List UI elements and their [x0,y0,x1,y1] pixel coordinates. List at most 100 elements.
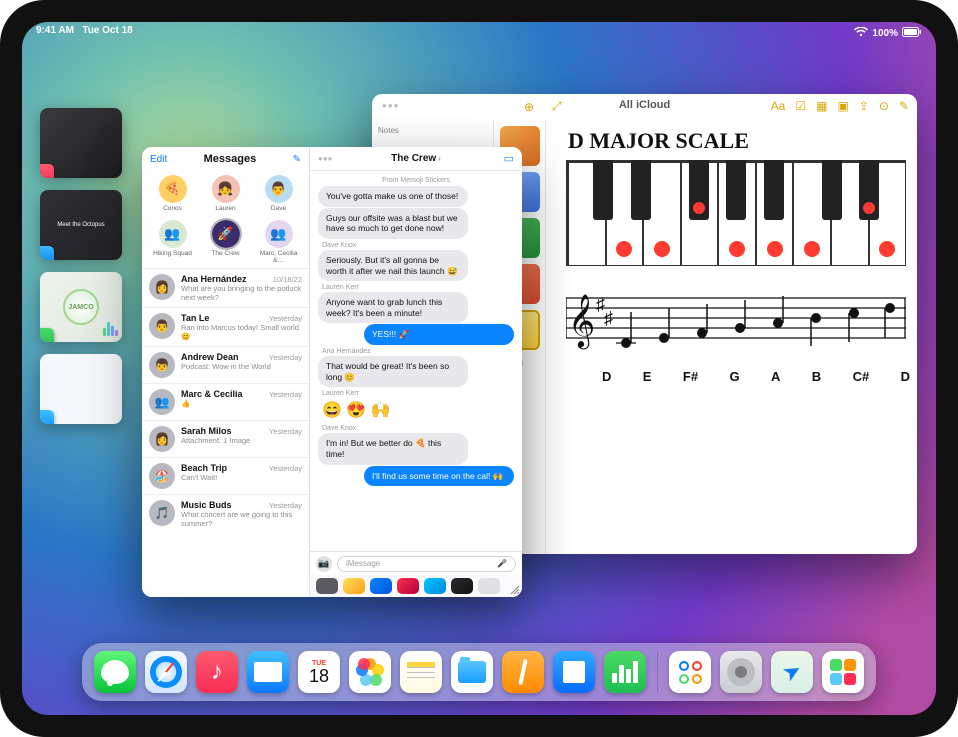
battery-pct: 100% [872,28,898,39]
dock-messages[interactable] [94,651,136,693]
dock-settings[interactable] [720,651,762,693]
message-bubble[interactable]: You've gotta make us one of those! [318,186,468,207]
camera-button[interactable]: 📷 [316,556,332,572]
dock-freeform[interactable] [822,651,864,693]
message-input[interactable]: iMessage 🎤 [337,556,516,572]
input-placeholder: iMessage [346,559,380,568]
appstore-chip[interactable] [370,578,392,594]
note-label: G [729,369,739,384]
conversation-item[interactable]: 👩Sarah MilosYesterdayAttachment: 1 Image [142,420,309,457]
pinned-conversation[interactable]: 👧Lauren [201,175,250,212]
dock-notes[interactable] [400,651,442,693]
pinned-conversation[interactable]: 👥Hiking Squad [148,220,197,264]
reminders-icon [679,661,702,684]
recent-app-podcasts[interactable]: Meet the Octopus [40,190,122,260]
photos-chip[interactable] [478,578,500,594]
recent-app-safari[interactable] [40,354,122,424]
photos-icon [356,658,384,686]
black-key [689,160,709,220]
dock-pages[interactable] [502,651,544,693]
black-key [726,160,746,220]
recent-app-numbers[interactable]: JAMCO [40,272,122,342]
conversation-item[interactable]: 👩Ana Hernández10/18/22What are you bring… [142,268,309,307]
chart-icon [103,322,118,336]
dock-reminders[interactable] [669,651,711,693]
conversation-item[interactable]: 🎵Music BudsYesterdayWhat concert are we … [142,494,309,533]
red-dot [767,241,783,257]
wifi-icon [854,27,868,40]
note-title: D MAJOR SCALE [568,128,903,154]
conversation-item[interactable]: 👦Andrew DeanYesterdayPodcast: Wow in the… [142,346,309,383]
dock-maps[interactable]: ➤ [771,651,813,693]
black-key [631,160,651,220]
memoji-chip[interactable] [343,578,365,594]
more-icon[interactable]: ⊙ [879,99,889,113]
notes-toolbar: Aa ☑︎ ▦ ▣ ⇪ ⊙ ✎ [771,99,909,113]
text-style-button[interactable]: Aa [771,99,786,113]
sticker-reactions[interactable]: 😄 😍 🙌 [318,398,514,422]
expand-icon[interactable]: ⤢ [552,99,562,114]
sender-label: Lauren Kerr [322,284,514,291]
calendar-day: 18 [309,667,329,685]
app-store-chip[interactable] [316,578,338,594]
table-icon[interactable]: ▦ [816,99,827,113]
note-label: C# [853,369,870,384]
note-label: B [812,369,821,384]
dock-safari[interactable] [145,651,187,693]
pinned-conversation[interactable]: 👥Marc, Cecilia &… [254,220,303,264]
dock-numbers[interactable] [604,651,646,693]
pinned-conversation[interactable]: 🍕Conos [148,175,197,212]
compose-icon[interactable]: ✎ [899,99,909,113]
pinned-conversation[interactable]: 👨Dave [254,175,303,212]
message-bubble-sent[interactable]: YES!!! 🚀 [364,324,514,345]
digital-touch-chip[interactable] [451,578,473,594]
piano-keyboard [566,160,906,266]
thread-body[interactable]: From Memoji Stickers You've gotta make u… [310,171,522,551]
pinned-row-2: 👥Hiking Squad 🚀The Crew 👥Marc, Cecilia &… [142,216,309,268]
stage-manager-recent-apps: Meet the Octopus JAMCO [40,108,122,424]
window-dots-icon[interactable]: ●●● [382,101,400,110]
window-dots-icon[interactable]: ●●● [318,154,333,163]
checklist-icon[interactable]: ☑︎ [795,99,806,113]
message-bubble[interactable]: Anyone want to grab lunch this week? It'… [318,292,468,323]
dock-separator [657,652,658,692]
dock-keynote[interactable] [553,651,595,693]
message-bubble[interactable]: Guys our offsite was a blast but we have… [318,208,468,239]
conversation-item[interactable]: 👨Tan LeYesterdayRan into Marcus today! S… [142,307,309,346]
notes-add-icon[interactable]: ⊕ [524,100,534,114]
dock-mail[interactable] [247,651,289,693]
dock-files[interactable] [451,651,493,693]
conversation-item[interactable]: 🏖️Beach TripYesterdayCan't Wait! [142,457,309,494]
fitness-chip[interactable] [424,578,446,594]
compose-icon[interactable]: ✎ [293,154,301,165]
status-time: 9:41 AM [36,25,74,36]
pinned-conversation-selected[interactable]: 🚀The Crew [201,220,250,264]
resize-handle-icon[interactable] [510,585,520,595]
message-input-row: 📷 iMessage 🎤 [310,551,522,575]
music-icon: ♪ [211,658,223,686]
black-key [822,160,842,220]
message-bubble[interactable]: I'm in! But we better do 🍕 this time! [318,433,468,464]
dictate-icon[interactable]: 🎤 [497,559,507,568]
message-bubble-sent[interactable]: I'll find us some time on the cal! 🙌 [364,466,514,487]
camera-icon[interactable]: ▣ [837,99,848,113]
note-label: E [643,369,652,384]
thread-title[interactable]: The Crew› [391,153,441,164]
recent-app-music[interactable] [40,108,122,178]
message-bubble[interactable]: That would be great! It's been so long 😊 [318,356,468,387]
messages-window[interactable]: Edit Messages ✎ 🍕Conos 👧Lauren 👨Dave 👥Hi… [142,147,522,597]
dock-music[interactable]: ♪ [196,651,238,693]
note-labels: D E F# G A B C# D [602,369,910,384]
edit-button[interactable]: Edit [150,154,167,165]
message-bubble[interactable]: Seriously. But it's all gonna be worth i… [318,250,468,281]
dock-photos[interactable] [349,651,391,693]
notes-list-item[interactable]: Notes [378,126,487,135]
share-icon[interactable]: ⇪ [859,99,869,113]
dock-calendar[interactable]: TUE 18 [298,651,340,693]
red-dot [879,241,895,257]
music-chip[interactable] [397,578,419,594]
notes-content[interactable]: D MAJOR SCALE [548,120,917,554]
facetime-icon[interactable]: ▭ [504,152,514,165]
conversation-list[interactable]: 👩Ana Hernández10/18/22What are you bring… [142,268,309,597]
conversation-item[interactable]: 👥Marc & CeciliaYesterday👍 [142,383,309,420]
